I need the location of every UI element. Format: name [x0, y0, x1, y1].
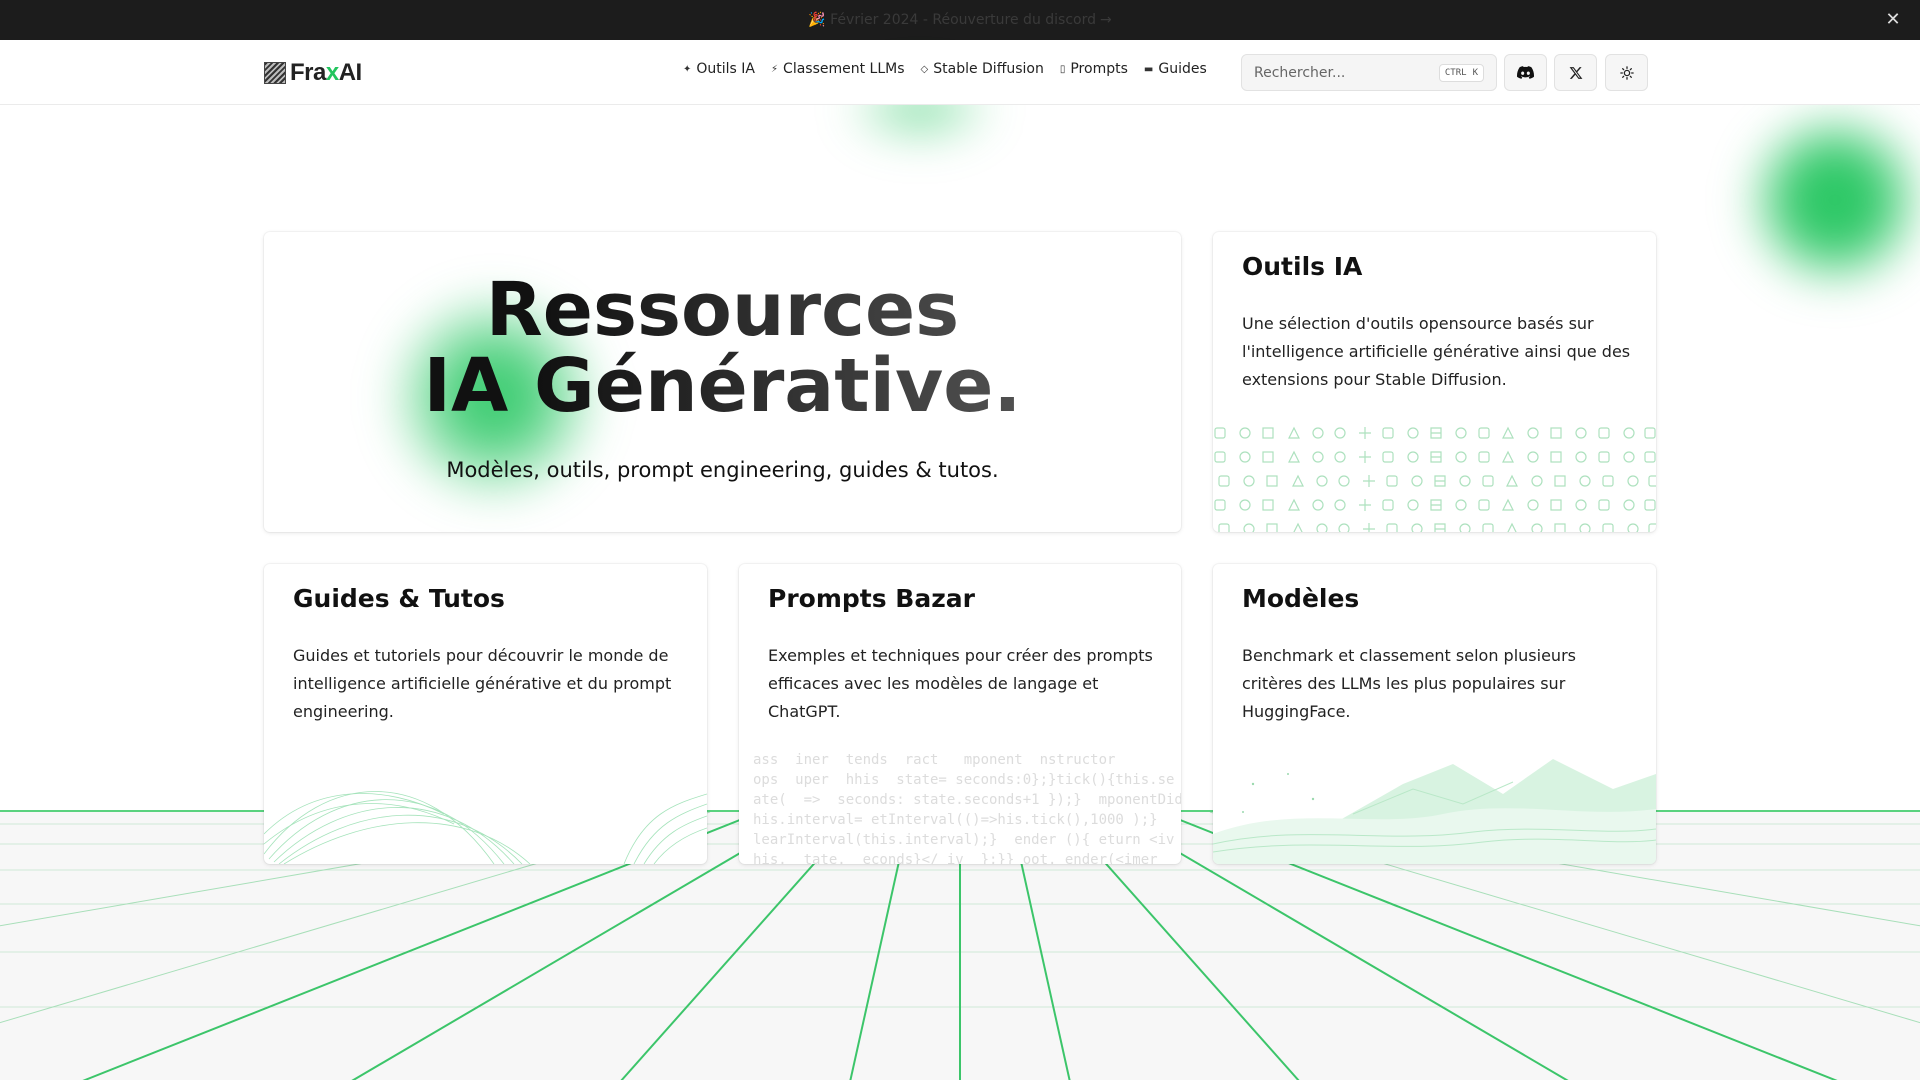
- card-description: Benchmark et classement selon plusieurs …: [1242, 646, 1576, 721]
- card-description: Guides et tutoriels pour découvrir le mo…: [293, 646, 672, 721]
- main-nav: ✦ Outils IA ⚡ Classement LLMs ◇ Stable D…: [683, 61, 1207, 77]
- nav-label: Stable Diffusion: [933, 61, 1044, 77]
- file-icon: ▯: [1059, 63, 1066, 75]
- logo[interactable]: FraxAI: [264, 59, 362, 87]
- bolt-icon: ⚡: [771, 63, 779, 75]
- nav-item-classement-llms[interactable]: ⚡ Classement LLMs: [771, 61, 905, 77]
- card-prompts-bazar[interactable]: Prompts Bazar Exemples et techniques pou…: [739, 564, 1181, 864]
- card-title: Prompts Bazar: [768, 584, 975, 613]
- card-modeles[interactable]: Modèles Benchmark et classement selon pl…: [1213, 564, 1656, 864]
- close-icon[interactable]: ✕: [1882, 9, 1904, 31]
- nav-label: Prompts: [1070, 61, 1128, 77]
- nav-item-prompts[interactable]: ▯ Prompts: [1060, 61, 1128, 77]
- card-description: Exemples et techniques pour créer des pr…: [768, 646, 1153, 721]
- hero-card: Ressources IA Générative. Modèles, outil…: [264, 232, 1181, 532]
- nav-label: Outils IA: [696, 61, 756, 77]
- wave-lines-decoration: [264, 791, 707, 864]
- icons-pattern-icon: [1214, 426, 1656, 532]
- card-title: Guides & Tutos: [293, 584, 505, 613]
- code-background-decoration: ass iner tends ract mponent nstructor op…: [753, 752, 1181, 864]
- book-icon: ▬: [1143, 63, 1154, 75]
- arrow-right-icon: →: [1100, 12, 1112, 28]
- theme-toggle-button[interactable]: [1605, 54, 1648, 91]
- logo-text: FraxAI: [290, 59, 362, 86]
- nav-item-guides[interactable]: ▬ Guides: [1144, 61, 1207, 77]
- sparkles-icon: ✦: [683, 63, 692, 75]
- corner-glow: [1740, 110, 1920, 290]
- nav-label: Classement LLMs: [783, 61, 905, 77]
- card-guides-tutos[interactable]: Guides & Tutos Guides et tutoriels pour …: [264, 564, 707, 864]
- nav-label: Guides: [1158, 61, 1207, 77]
- announcement-text: 🎉 Février 2024 - Réouverture du discord: [808, 12, 1096, 28]
- site-header: FraxAI ✦ Outils IA ⚡ Classement LLMs ◇ S…: [0, 40, 1920, 105]
- search-box[interactable]: CTRLK: [1241, 54, 1497, 91]
- card-title: Outils IA: [1242, 252, 1363, 281]
- x-icon: [1569, 66, 1582, 79]
- discord-icon: [1517, 66, 1534, 79]
- hero-title: Ressources IA Générative.: [264, 272, 1181, 424]
- sun-icon: [1619, 65, 1634, 80]
- search-input[interactable]: [1254, 64, 1434, 81]
- x-twitter-button[interactable]: [1554, 54, 1597, 91]
- nav-item-outils-ia[interactable]: ✦ Outils IA: [683, 61, 755, 77]
- keyboard-shortcut: CTRL K: [1438, 63, 1484, 82]
- card-title: Modèles: [1242, 584, 1360, 613]
- hero-subtitle: Modèles, outils, prompt engineering, gui…: [446, 458, 999, 482]
- card-outils-ia[interactable]: Outils IA Une sélection d'outils opensou…: [1213, 232, 1656, 532]
- gem-icon: ◇: [920, 63, 929, 75]
- announcement-bar: 🎉 Février 2024 - Réouverture du discord …: [0, 0, 1920, 40]
- nav-item-stable-diffusion[interactable]: ◇ Stable Diffusion: [921, 61, 1044, 77]
- announcement-link[interactable]: 🎉 Février 2024 - Réouverture du discord …: [808, 12, 1111, 28]
- logo-mark-icon: [264, 62, 286, 84]
- mountains-decoration: [1213, 759, 1656, 864]
- card-description: Une sélection d'outils opensource basés …: [1242, 314, 1631, 389]
- discord-button[interactable]: [1504, 54, 1547, 91]
